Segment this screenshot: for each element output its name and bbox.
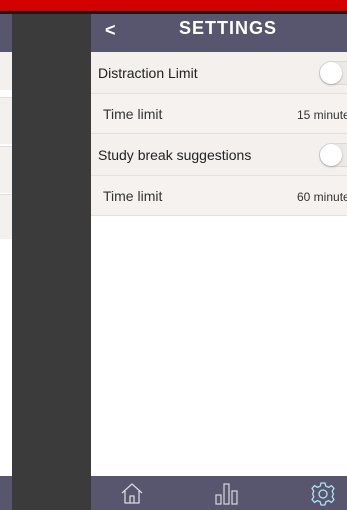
toggle-knob xyxy=(320,62,342,84)
setting-row-time-limit[interactable]: Time limit 15 minutes xyxy=(91,94,347,134)
setting-label: Time limit xyxy=(103,106,163,122)
settings-panel: < SETTINGS Distraction Limit Time limit … xyxy=(91,14,347,510)
page-title: SETTINGS xyxy=(178,18,277,38)
tab-settings[interactable] xyxy=(310,481,338,507)
app-screen: < SETTINGS Distraction Limit Time limit … xyxy=(0,0,347,510)
background-row xyxy=(0,98,12,144)
background-header xyxy=(0,14,12,52)
distraction-limit-toggle[interactable] xyxy=(319,61,347,85)
tab-home[interactable] xyxy=(119,481,147,507)
background-footer xyxy=(0,476,12,510)
gear-icon xyxy=(311,482,335,506)
toggle-knob xyxy=(320,144,342,166)
tab-bar xyxy=(91,476,347,510)
background-row xyxy=(0,147,12,193)
background-row xyxy=(0,52,12,90)
panel-divider xyxy=(12,14,91,510)
setting-row-distraction-limit: Distraction Limit xyxy=(91,52,347,94)
setting-row-study-break-suggestions: Study break suggestions xyxy=(91,134,347,176)
setting-label: Study break suggestions xyxy=(98,147,252,163)
settings-header: < SETTINGS xyxy=(91,14,347,52)
setting-row-time-limit[interactable]: Time limit 60 minutes xyxy=(91,176,347,216)
study-break-suggestions-toggle[interactable] xyxy=(319,143,347,167)
bar-chart-icon xyxy=(215,483,238,505)
home-icon xyxy=(121,483,143,504)
tab-stats[interactable] xyxy=(213,481,241,507)
background-screen-edge xyxy=(0,14,12,510)
setting-value: 15 minutes xyxy=(297,108,347,122)
setting-label: Distraction Limit xyxy=(98,65,198,81)
status-bar-stripe xyxy=(0,0,347,14)
background-row xyxy=(0,195,12,239)
setting-label: Time limit xyxy=(103,188,163,204)
setting-value: 60 minutes xyxy=(297,190,347,204)
